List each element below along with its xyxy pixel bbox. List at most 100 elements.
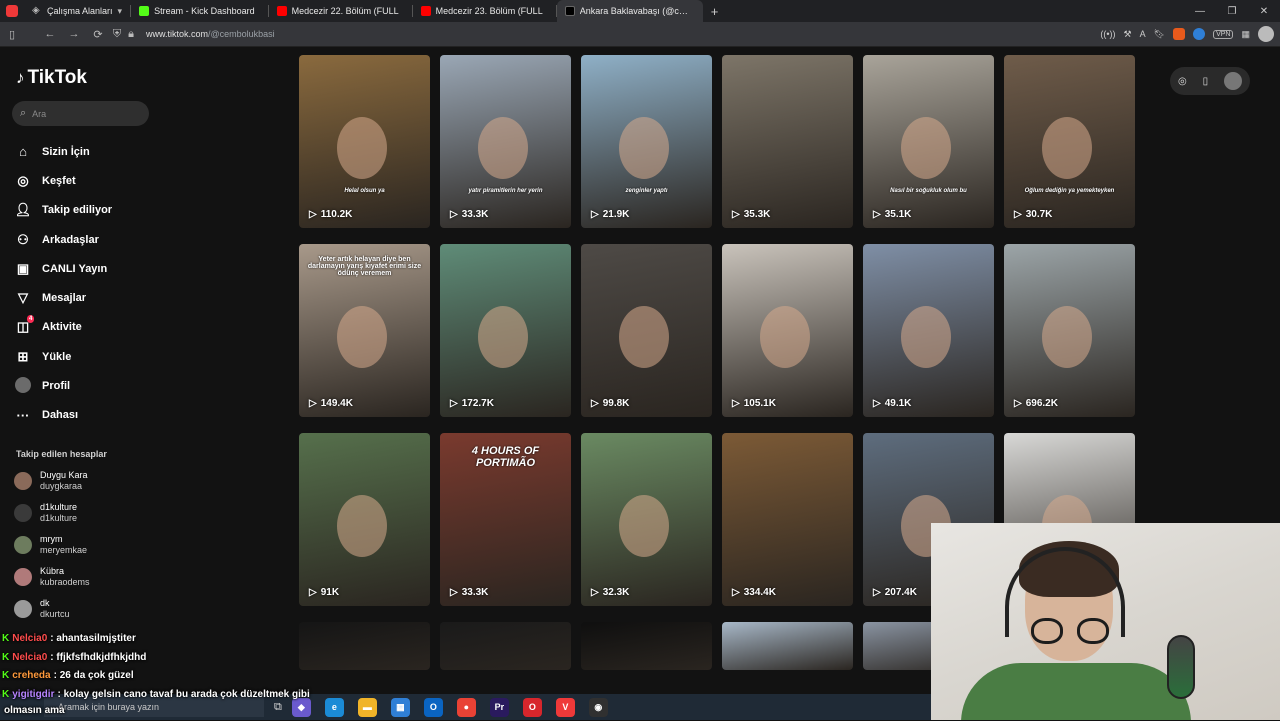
browser-menu-button[interactable] (0, 0, 24, 22)
followed-account[interactable]: Kübra kubraodems (14, 561, 164, 593)
browser-tab[interactable]: Ankara Baklavabaşı (@cem (556, 0, 703, 22)
tiktok-sidebar: ♪ TikTok ⌕ Ara ⌂ Sizin İçin ◎ Keşfet 👤︎ Takip… (0, 47, 170, 672)
chevron-down-icon[interactable]: ▾ (118, 6, 123, 17)
video-thumbnail[interactable]: ▷ 32.3K (581, 433, 712, 606)
video-thumbnail[interactable]: ▷ 334.4K (722, 433, 853, 606)
video-thumbnail[interactable]: 4 HOURS OF PORTIMÃO ▷ 33.3K (440, 433, 571, 606)
view-count-text: 334.4K (743, 587, 776, 598)
view-count: ▷ 207.4K (873, 587, 917, 598)
video-thumbnail[interactable]: ▷ 99.8K (581, 244, 712, 417)
view-count: ▷ 696.2K (1014, 398, 1058, 409)
video-thumbnail[interactable]: Oğlum dediğin ya yemekteyken ▷ 30.7K (1004, 55, 1135, 228)
nav-item-profil[interactable]: Profil (14, 371, 164, 400)
vivaldi-icon[interactable]: V (555, 697, 575, 717)
user-avatar[interactable] (1224, 72, 1243, 90)
video-caption: Helal olsun ya (344, 188, 385, 194)
browser-profile-avatar[interactable] (1258, 26, 1274, 42)
person-silhouette (1042, 117, 1092, 179)
chat-username: Nelcia0 (12, 633, 48, 644)
nav-item-arkada-lar[interactable]: ⚇ Arkadaşlar (14, 225, 164, 254)
followed-account[interactable]: Duygu Kara duygkaraa (14, 465, 164, 497)
video-thumbnail[interactable]: Nasıl bir soğukluk olum bu ▷ 35.1K (863, 55, 994, 228)
video-thumbnail[interactable]: Yeter artık helayan diye ben darlamayın … (299, 244, 430, 417)
video-thumbnail[interactable]: zenginler yaptı ▷ 21.9K (581, 55, 712, 228)
video-thumbnail[interactable]: ▷ 105.1K (722, 244, 853, 417)
view-count-text: 21.9K (602, 209, 630, 220)
back-icon[interactable]: ← (38, 28, 62, 40)
video-thumbnail[interactable] (440, 622, 571, 670)
video-thumbnail[interactable] (581, 622, 712, 670)
extension-icon[interactable] (1173, 28, 1186, 40)
view-count: ▷ 91K (309, 587, 339, 598)
chat-text: : 26 da çok güzel (53, 670, 134, 682)
browser-tab[interactable]: Medcezir 22. Bölüm (FULL (269, 0, 412, 22)
search-input[interactable]: ⌕ Ara (12, 101, 149, 126)
panel-icon[interactable]: ▦ (1241, 29, 1250, 40)
video-thumbnail[interactable]: ▷ 696.2K (1004, 244, 1135, 417)
browser-tab[interactable]: Medcezir 23. Bölüm (FULL (413, 0, 556, 22)
device-icon[interactable]: ▯ (1203, 76, 1209, 87)
bookmark-icon[interactable]: 🔖︎ (1154, 29, 1165, 40)
shield-icon[interactable]: ⛨ (110, 28, 124, 41)
sidebar-toggle-icon[interactable]: ▯ (0, 28, 24, 41)
vpn-button[interactable]: VPN (1213, 29, 1234, 39)
nav-item-canli-yay-n[interactable]: ▣ CANLI Yayın (14, 254, 164, 283)
new-tab-button[interactable]: + (703, 4, 727, 19)
video-thumbnail[interactable] (722, 622, 853, 670)
nav-item-mesajlar[interactable]: ▽ Mesajlar (14, 283, 164, 312)
person-silhouette (619, 117, 669, 179)
followed-account[interactable]: d1kulture d1kulture (14, 497, 164, 529)
video-thumbnail[interactable]: ▷ 172.7K (440, 244, 571, 417)
chat-message: Kyigitigdir: kolay gelsin cano tavaf bu … (2, 686, 422, 705)
video-caption: Nasıl bir soğukluk olum bu (890, 188, 967, 194)
nav-item-y-kle[interactable]: ⊞ Yükle (14, 342, 164, 371)
browser-tab[interactable]: Stream - Kick Dashboard (131, 0, 268, 22)
kick-icon (139, 6, 150, 16)
browser-tab[interactable]: ◈ Çalışma Alanları ▾ (24, 0, 130, 22)
tiktok-logo[interactable]: ♪ TikTok (16, 67, 87, 89)
forward-icon[interactable]: → (62, 28, 86, 40)
obs-icon[interactable]: ◉ (588, 697, 608, 717)
nav-item-ke-fet[interactable]: ◎ Keşfet (14, 166, 164, 195)
translate-icon[interactable]: A (1140, 29, 1146, 39)
account-names: Duygu Kara duygkaraa (40, 470, 88, 492)
view-count-text: 105.1K (743, 398, 776, 409)
tools-icon[interactable]: ⚒ (1124, 29, 1132, 40)
account-name: mrym (40, 534, 63, 544)
video-thumbnail[interactable]: Helal olsun ya ▷ 110.2K (299, 55, 430, 228)
maximize-icon[interactable]: ❐ (1216, 6, 1248, 17)
followed-account[interactable]: dk dkurtcu (14, 593, 164, 625)
vivaldi-icon (6, 5, 18, 17)
url-field[interactable]: www.tiktok.com/@cembolukbasi (146, 29, 275, 39)
close-icon[interactable]: ✕ (1248, 6, 1280, 17)
stream-chat-overlay: K Nelcia0: ahantasilmjştiter K Nelcia0: ffj… (2, 630, 422, 716)
view-count-text: 207.4K (884, 587, 917, 598)
video-thumbnail[interactable]: ▷ 91K (299, 433, 430, 606)
nav-item-aktivite[interactable]: ◫ 4 Aktivite (14, 313, 164, 342)
followed-account[interactable]: mrym meryemkae (14, 529, 164, 561)
extension-icon[interactable] (1193, 28, 1206, 40)
premiere-icon[interactable]: Pr (489, 697, 509, 717)
chat-text: : ffjkfsfhdkjdfhkjdhd (50, 651, 147, 663)
coins-icon[interactable]: ◎ (1178, 76, 1187, 87)
minimize-icon[interactable]: — (1184, 6, 1216, 17)
video-thumbnail[interactable]: ▷ 49.1K (863, 244, 994, 417)
account-handle: kubraodems (40, 577, 90, 587)
avatar (14, 568, 32, 586)
play-icon: ▷ (1014, 398, 1022, 409)
outlook-icon[interactable]: O (423, 697, 443, 717)
reload-icon[interactable]: ⟳ (86, 28, 110, 41)
view-count: ▷ 33.3K (450, 209, 488, 220)
view-count-text: 110.2K (320, 209, 353, 220)
nav-item-sizin-i-in[interactable]: ⌂ Sizin İçin (14, 137, 164, 166)
opera-icon[interactable]: O (522, 697, 542, 717)
account-names: dk dkurtcu (40, 598, 70, 620)
chrome-icon[interactable]: ● (456, 697, 476, 717)
video-thumbnail[interactable]: ▷ 35.3K (722, 55, 853, 228)
view-count-text: 33.3K (461, 587, 489, 598)
broadcast-icon[interactable]: ((•)) (1100, 29, 1115, 39)
upload-icon: ⊞ (17, 348, 29, 364)
nav-item-dahas-[interactable]: ··· Dahası (14, 401, 164, 430)
video-thumbnail[interactable]: yatır piramitlerin her yerin ▷ 33.3K (440, 55, 571, 228)
nav-item-takip-ediliyor[interactable]: 👤︎ Takip ediliyor (14, 196, 164, 225)
